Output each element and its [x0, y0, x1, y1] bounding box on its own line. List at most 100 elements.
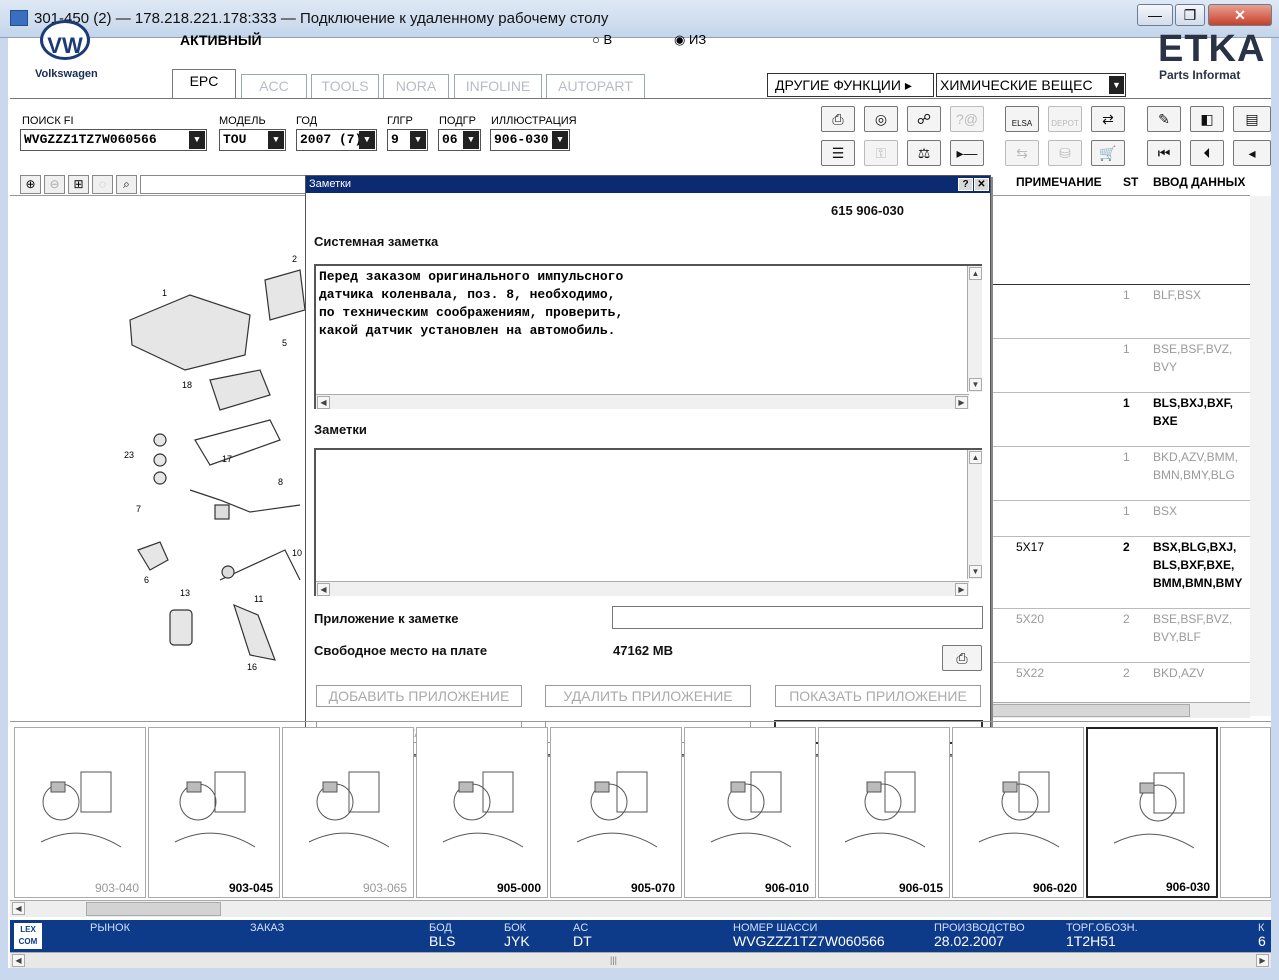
- row-engine-codes[interactable]: BKD,AZV: [1153, 664, 1251, 682]
- zoom-fit-icon[interactable]: ⊞: [68, 175, 89, 194]
- row-engine-codes[interactable]: BXE: [1153, 412, 1251, 430]
- row-st[interactable]: 1: [1123, 448, 1130, 466]
- attachment-input[interactable]: [612, 606, 983, 629]
- row-engine-codes[interactable]: BLS,BXJ,BXF,: [1153, 394, 1251, 412]
- diagram-label[interactable]: 18: [182, 380, 192, 390]
- row-st[interactable]: 2: [1123, 610, 1130, 628]
- main-group-select[interactable]: 9 ▼: [387, 129, 428, 151]
- table-scrollbar[interactable]: [1250, 196, 1271, 716]
- cart-arrow-icon[interactable]: ⇄: [1091, 106, 1125, 132]
- diagram-label[interactable]: 23: [124, 450, 134, 460]
- row-st[interactable]: 1: [1123, 286, 1130, 304]
- scroll-left-icon[interactable]: ◀: [12, 954, 25, 967]
- row-engine-codes[interactable]: BLS,BXF,BXE,: [1153, 556, 1251, 574]
- row-engine-codes[interactable]: BKD,AZV,BMM,: [1153, 448, 1251, 466]
- play-step-icon[interactable]: ▸—: [950, 140, 984, 166]
- notes-textarea[interactable]: ▲ ▼ ◀ ▶: [314, 448, 982, 596]
- column-header-st[interactable]: ST: [1123, 175, 1138, 189]
- shopping-cart-icon[interactable]: 🛒: [1091, 140, 1125, 166]
- zoom-100-icon[interactable]: ◌: [92, 175, 113, 194]
- page-back-icon[interactable]: ◧: [1190, 106, 1224, 132]
- chevron-down-icon[interactable]: ▼: [359, 131, 375, 149]
- scrollbar-thumb[interactable]: [86, 902, 221, 916]
- elsa-icon[interactable]: ELSA: [1005, 106, 1039, 132]
- diagram-label[interactable]: 16: [247, 662, 257, 672]
- thumbnail-903-065[interactable]: 903-065: [282, 727, 414, 898]
- thumbnail-906-020[interactable]: 906-020: [952, 727, 1084, 898]
- row-engine-codes[interactable]: BSE,BSF,BVZ,: [1153, 610, 1251, 628]
- row-engine-codes[interactable]: BMN,BMY,BLG: [1153, 466, 1251, 484]
- scroll-left-icon[interactable]: ◀: [12, 902, 25, 915]
- chevron-down-icon[interactable]: ▼: [463, 131, 479, 149]
- scroll-right-icon[interactable]: ▶: [1256, 954, 1269, 967]
- diagram-label[interactable]: 2: [292, 254, 297, 264]
- first-page-icon[interactable]: ⏮: [1147, 140, 1181, 166]
- row-engine-codes[interactable]: BSX: [1153, 502, 1251, 520]
- pin-icon[interactable]: ✎: [1147, 106, 1181, 132]
- row-st[interactable]: 1: [1123, 502, 1130, 520]
- row-engine-codes[interactable]: BSX,BLG,BXJ,: [1153, 538, 1251, 556]
- column-header-note[interactable]: ПРИМЕЧАНИЕ: [1016, 175, 1102, 189]
- show-attachment-button[interactable]: ПОКАЗАТЬ ПРИЛОЖЕНИЕ: [775, 685, 981, 707]
- radio-iz[interactable]: ◉ ИЗ: [674, 32, 706, 46]
- row-engine-codes[interactable]: BSE,BSF,BVZ,: [1153, 340, 1251, 358]
- tab-tools[interactable]: TOOLS: [311, 74, 379, 98]
- scroll-grip-icon[interactable]: |||: [610, 955, 617, 965]
- diagram-label[interactable]: 11: [254, 594, 263, 604]
- diagram-label[interactable]: 10: [292, 548, 302, 558]
- row-engine-codes[interactable]: BVY,BLF: [1153, 628, 1251, 646]
- tab-autopart[interactable]: AUTOPART: [546, 74, 645, 98]
- diagram-label[interactable]: 7: [136, 504, 141, 514]
- thumbnail-903-045[interactable]: 903-045: [148, 727, 280, 898]
- row-engine-codes[interactable]: BMM,BMN,BMY: [1153, 574, 1251, 592]
- illustration-select[interactable]: 906-030 ▼: [490, 129, 570, 151]
- row-st[interactable]: 1: [1123, 394, 1130, 412]
- diagram-label[interactable]: 8: [278, 477, 283, 487]
- thumbnail-906-030[interactable]: 906-030: [1086, 727, 1218, 898]
- back-icon[interactable]: ◂: [1233, 140, 1271, 166]
- tab-epc[interactable]: EPC: [172, 69, 236, 98]
- parts-diagram[interactable]: 1 2 5 18 23 17 7 6 8 10 11 13 16: [100, 250, 310, 690]
- thumbnail-905-000[interactable]: 905-000: [416, 727, 548, 898]
- thumbnail-906-010[interactable]: 906-010: [684, 727, 816, 898]
- magnifier-icon[interactable]: ⌕: [116, 175, 137, 194]
- maximize-button[interactable]: ❐: [1175, 4, 1205, 26]
- vertical-scrollbar[interactable]: ▲ ▼: [967, 266, 982, 392]
- group-icon[interactable]: ⛁: [1048, 140, 1082, 166]
- chevron-down-icon[interactable]: ▼: [552, 131, 568, 149]
- chevron-down-icon[interactable]: ▼: [268, 131, 284, 149]
- vertical-scrollbar[interactable]: ▲ ▼: [967, 450, 982, 579]
- document-icon[interactable]: ▤: [1233, 106, 1271, 132]
- previous-page-icon[interactable]: ⏴: [1190, 140, 1224, 166]
- model-select[interactable]: TOU ▼: [219, 129, 286, 151]
- thumbnail-906-015[interactable]: 906-015: [818, 727, 950, 898]
- depot-icon[interactable]: DEPOT: [1048, 106, 1082, 132]
- scroll-down-icon[interactable]: ▼: [969, 565, 982, 578]
- chevron-down-icon[interactable]: ▼: [189, 131, 205, 149]
- dialog-close-button[interactable]: ✕: [974, 178, 989, 191]
- help-button[interactable]: ?: [958, 178, 973, 191]
- delete-attachment-button[interactable]: УДАЛИТЬ ПРИЛОЖЕНИЕ: [545, 685, 751, 707]
- row-st[interactable]: 2: [1123, 664, 1130, 682]
- diagram-label[interactable]: 1: [162, 288, 167, 298]
- help-search-icon[interactable]: ?@: [950, 106, 984, 132]
- position-search-input[interactable]: [140, 175, 306, 194]
- row-st[interactable]: 2: [1123, 538, 1130, 556]
- tab-infoline[interactable]: INFOLINE: [454, 74, 542, 98]
- scroll-left-icon[interactable]: ◀: [317, 396, 330, 409]
- row-engine-codes[interactable]: BVY: [1153, 358, 1251, 376]
- camera-icon[interactable]: ◎: [864, 106, 898, 132]
- diagram-label[interactable]: 17: [222, 454, 232, 464]
- handshake-icon[interactable]: ☍: [907, 106, 941, 132]
- diagram-label[interactable]: 6: [144, 575, 149, 585]
- thumbnail-905-070[interactable]: 905-070: [550, 727, 682, 898]
- scroll-left-icon[interactable]: ◀: [317, 583, 330, 596]
- system-note-textarea[interactable]: Перед заказом оригинального импульсного …: [314, 264, 982, 409]
- row-note[interactable]: 5X17: [1016, 538, 1044, 556]
- minimize-button[interactable]: —: [1137, 4, 1173, 26]
- vehicle-lift-icon[interactable]: ⚖: [907, 140, 941, 166]
- scroll-up-icon[interactable]: ▲: [969, 267, 982, 280]
- scroll-right-icon[interactable]: ▶: [955, 396, 968, 409]
- horizontal-scrollbar[interactable]: ◀ ▶: [316, 394, 969, 409]
- thumbnail-scrollbar[interactable]: ◀: [10, 900, 1271, 917]
